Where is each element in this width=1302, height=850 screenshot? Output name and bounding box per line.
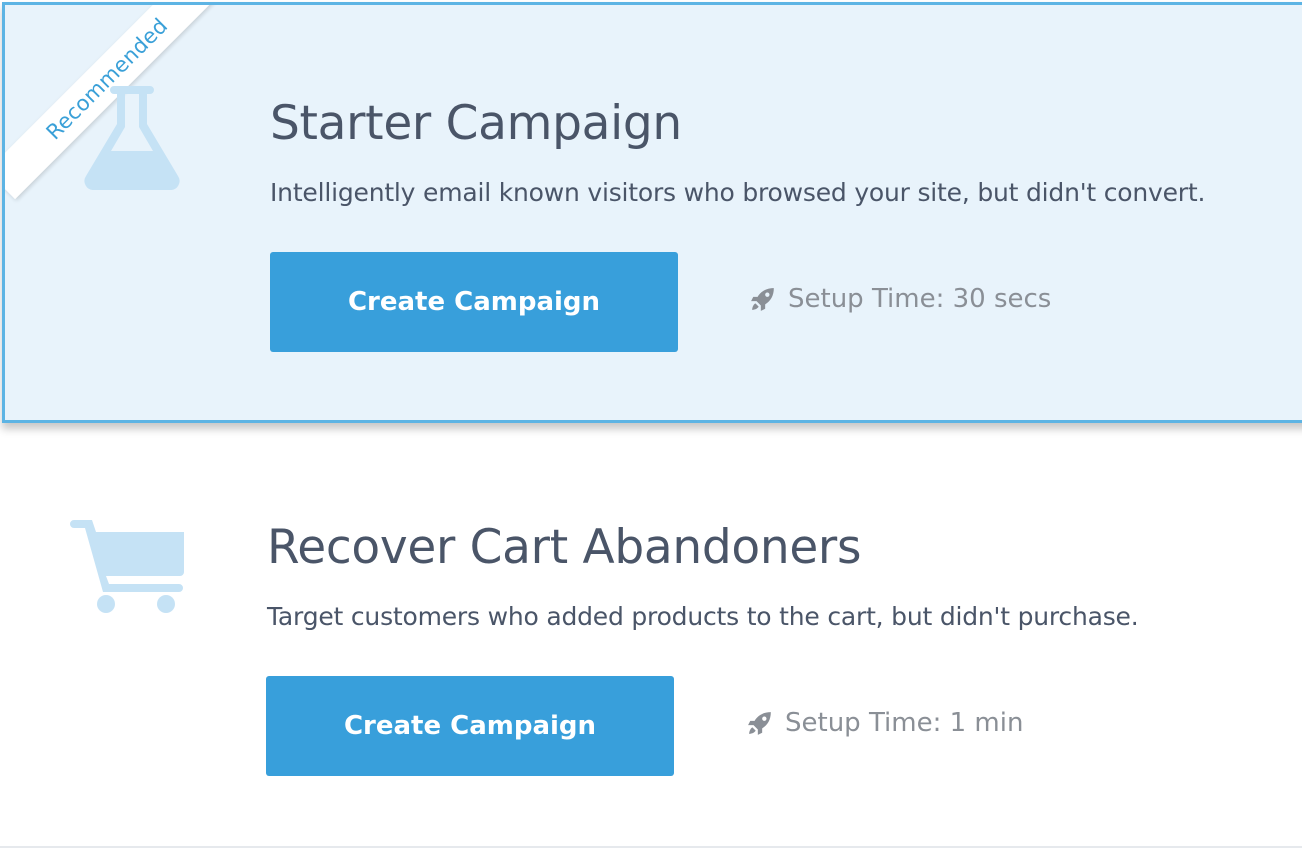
starter-campaign-card: Recommended — [2, 2, 1302, 423]
setup-time-label: Setup Time: 30 secs — [788, 284, 1052, 314]
cart-campaign-description: Target customers who added products to t… — [267, 602, 1139, 631]
cart-create-campaign-button[interactable]: Create Campaign — [266, 676, 674, 776]
rocket-icon — [751, 288, 774, 311]
flask-icon — [84, 86, 180, 190]
setup-time-label: Setup Time: 1 min — [785, 708, 1024, 738]
rocket-icon — [748, 712, 771, 735]
cart-setup-time: Setup Time: 1 min — [747, 708, 1023, 738]
campaign-list: Recommended Starter Campaign Intelligent… — [0, 0, 1302, 850]
cart-icon — [70, 520, 184, 613]
starter-campaign-title: Starter Campaign — [270, 96, 682, 151]
starter-setup-time: Setup Time: 30 secs — [750, 284, 1051, 314]
starter-create-campaign-button[interactable]: Create Campaign — [270, 252, 678, 352]
starter-campaign-description: Intelligently email known visitors who b… — [270, 178, 1206, 207]
section-divider — [0, 846, 1302, 848]
cart-campaign-title: Recover Cart Abandoners — [267, 520, 862, 575]
